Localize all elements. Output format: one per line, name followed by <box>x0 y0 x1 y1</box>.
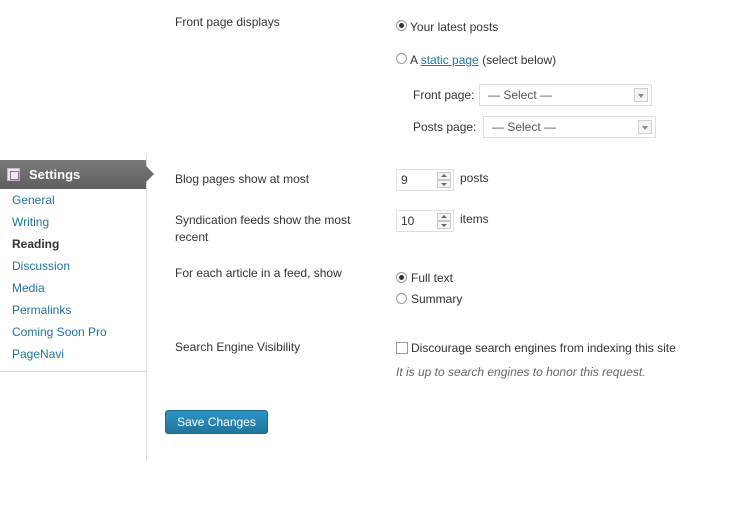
search-visibility-label: Search Engine Visibility <box>175 340 301 354</box>
stepper-down-icon[interactable] <box>437 180 451 188</box>
sidebar-item-reading[interactable]: Reading <box>0 233 146 255</box>
static-page-suffix: (select below) <box>482 53 557 67</box>
static-page-option: A static page (select below) <box>410 53 556 67</box>
discourage-search-label[interactable]: Discourage search engines from indexing … <box>411 341 676 355</box>
discourage-search-checkbox[interactable] <box>396 342 408 354</box>
latest-posts-radio[interactable] <box>396 20 407 31</box>
sidebar-item-permalinks[interactable]: Permalinks <box>0 299 146 321</box>
sidebar-item-writing[interactable]: Writing <box>0 211 146 233</box>
sidebar-item-coming-soon-pro[interactable]: Coming Soon Pro <box>0 321 146 343</box>
stepper-buttons <box>437 213 451 229</box>
front-page-displays-label: Front page displays <box>175 15 280 29</box>
syndication-unit: items <box>460 212 489 226</box>
stepper-up-icon[interactable] <box>437 172 451 180</box>
syndication-value: 10 <box>401 214 415 228</box>
settings-menu-header[interactable]: Settings <box>0 160 154 189</box>
latest-posts-label[interactable]: Your latest posts <box>410 20 498 34</box>
summary-label[interactable]: Summary <box>411 292 462 306</box>
static-page-prefix: A <box>410 53 418 67</box>
chevron-down-icon <box>638 120 652 134</box>
save-changes-button[interactable]: Save Changes <box>165 410 268 434</box>
sidebar-item-pagenavi[interactable]: PageNavi <box>0 343 146 365</box>
search-visibility-description: It is up to search engines to honor this… <box>396 365 646 379</box>
settings-submenu: General Writing Reading Discussion Media… <box>0 189 146 372</box>
posts-page-select[interactable]: — Select — <box>483 116 656 138</box>
posts-page-select-label: Posts page: <box>413 120 477 134</box>
sidebar-item-discussion[interactable]: Discussion <box>0 255 146 277</box>
blog-pages-stepper[interactable]: 9 <box>396 169 454 191</box>
static-page-link[interactable]: static page <box>421 53 479 67</box>
chevron-down-icon <box>634 88 648 102</box>
full-text-label[interactable]: Full text <box>411 271 453 285</box>
sidebar-item-media[interactable]: Media <box>0 277 146 299</box>
stepper-down-icon[interactable] <box>437 221 451 229</box>
static-page-radio[interactable] <box>396 53 407 64</box>
full-text-radio[interactable] <box>396 272 407 283</box>
settings-icon <box>7 168 20 181</box>
front-page-select[interactable]: — Select — <box>479 84 652 106</box>
front-page-select-value: — Select — <box>488 88 553 102</box>
stepper-buttons <box>437 172 451 188</box>
posts-page-select-value: — Select — <box>492 120 557 134</box>
syndication-label: Syndication feeds show the most recent <box>175 213 351 244</box>
summary-radio[interactable] <box>396 293 407 304</box>
settings-menu-title: Settings <box>29 167 81 182</box>
stepper-up-icon[interactable] <box>437 213 451 221</box>
blog-pages-unit: posts <box>460 171 489 185</box>
blog-pages-label: Blog pages show at most <box>175 172 310 186</box>
feed-article-label: For each article in a feed, show <box>175 266 342 280</box>
front-page-select-label: Front page: <box>413 88 475 102</box>
sidebar-item-general[interactable]: General <box>0 189 146 211</box>
blog-pages-value: 9 <box>401 173 408 187</box>
syndication-stepper[interactable]: 10 <box>396 210 454 232</box>
